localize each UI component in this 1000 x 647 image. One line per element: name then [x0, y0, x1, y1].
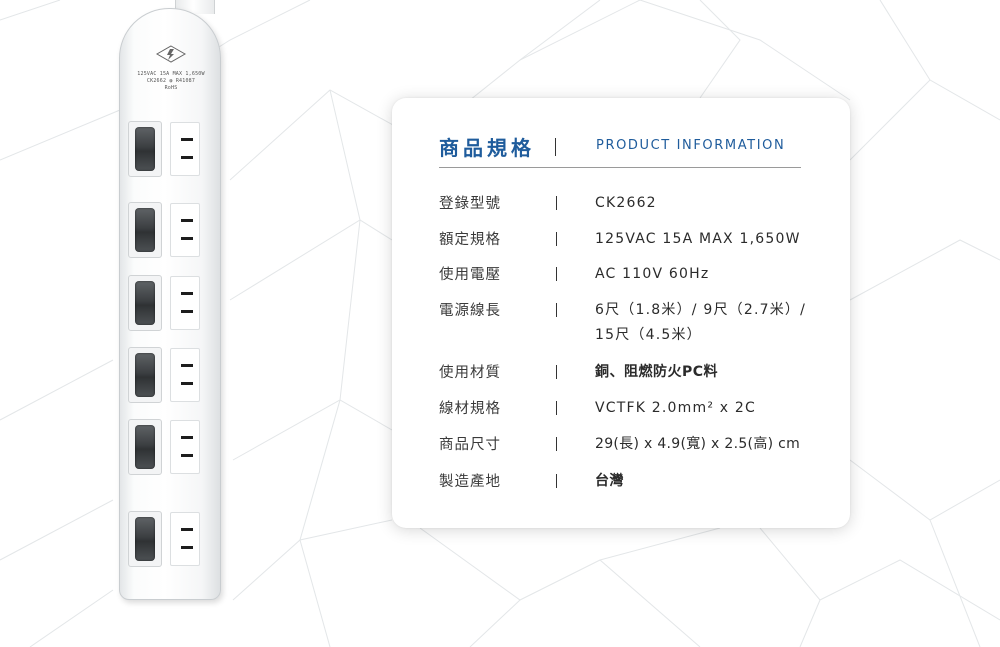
outlet-slot [181, 364, 193, 367]
outlet-socket [170, 276, 200, 330]
rocker-switch [128, 419, 162, 475]
title-divider [555, 138, 556, 156]
spec-value: AC 110V 60Hz [595, 266, 710, 282]
spec-divider [556, 303, 557, 317]
spec-divider [556, 232, 557, 246]
outlet-slot [181, 528, 193, 531]
outlet-slot [181, 454, 193, 457]
spec-label: 使用電壓 [439, 267, 501, 283]
spec-divider [556, 365, 557, 379]
outlet-unit [128, 275, 214, 331]
power-strip-body: 125VAC 15A MAX 1,650W CK2662 ◍ R41087 Ro… [119, 8, 221, 600]
power-strip-image: 125VAC 15A MAX 1,650W CK2662 ◍ R41087 Ro… [113, 0, 233, 602]
spec-label: 製造產地 [439, 474, 501, 490]
rocker-switch-button [135, 517, 155, 561]
outlet-slot [181, 156, 193, 159]
rocker-switch-button [135, 353, 155, 397]
strip-model-code: CK2662 [146, 78, 167, 84]
product-info-card: 商品規格 PRODUCT INFORMATION 登錄型號 CK2662 額定規… [392, 98, 850, 528]
outlet-slot [181, 310, 193, 313]
outlet-slot [181, 237, 193, 240]
spec-divider [556, 401, 557, 415]
brand-logo-icon [156, 45, 186, 63]
outlet-socket [170, 420, 200, 474]
spec-divider [556, 474, 557, 488]
spec-label: 使用材質 [439, 365, 501, 381]
rocker-switch-button [135, 425, 155, 469]
outlet-unit [128, 121, 214, 177]
spec-value: 6尺（1.8米）/ 9尺（2.7米）/ 15尺（4.5米） [595, 302, 807, 343]
strip-rating-print: 125VAC 15A MAX 1,650W [137, 71, 205, 77]
strip-rohs-print: RoHS [164, 85, 178, 91]
strip-model-print: CK2662 ◍ R41087 [128, 78, 214, 85]
rocker-switch [128, 347, 162, 403]
outlet-socket [170, 203, 200, 257]
outlet-slot [181, 138, 193, 141]
outlet-socket [170, 512, 200, 566]
card-title-chinese: 商品規格 [439, 136, 535, 160]
outlet-slot [181, 382, 193, 385]
spec-divider [556, 267, 557, 281]
outlet-socket [170, 348, 200, 402]
spec-label: 登錄型號 [439, 196, 501, 212]
spec-value: VCTFK 2.0mm² x 2C [595, 400, 757, 416]
rocker-switch [128, 275, 162, 331]
card-title-english: PRODUCT INFORMATION [596, 138, 786, 153]
spec-label: 電源線長 [439, 303, 501, 319]
title-underline [439, 167, 801, 168]
spec-label: 線材規格 [439, 401, 501, 417]
spec-value: 125VAC 15A MAX 1,650W [595, 231, 801, 247]
outlet-slot [181, 219, 193, 222]
rocker-switch [128, 121, 162, 177]
spec-value: CK2662 [595, 195, 657, 211]
outlet-socket [170, 122, 200, 176]
spec-label: 額定規格 [439, 232, 501, 248]
outlet-unit [128, 347, 214, 403]
outlet-slot [181, 292, 193, 295]
strip-cert-code: R41087 [175, 78, 196, 84]
rocker-switch-button [135, 281, 155, 325]
outlet-slot [181, 436, 193, 439]
certification-mark-icon: ◍ [169, 78, 173, 84]
spec-value: 銅、阻燃防火PC料 [595, 364, 719, 380]
spec-value: 台灣 [595, 473, 624, 489]
rocker-switch-button [135, 127, 155, 171]
outlet-unit [128, 511, 214, 567]
spec-divider [556, 196, 557, 210]
outlet-unit [128, 202, 214, 258]
strip-printed-specs: 125VAC 15A MAX 1,650W CK2662 ◍ R41087 Ro… [128, 71, 214, 92]
outlet-unit [128, 419, 214, 475]
spec-value: 29(長) x 4.9(寬) x 2.5(高) cm [595, 436, 801, 452]
rocker-switch-button [135, 208, 155, 252]
outlet-slot [181, 546, 193, 549]
rocker-switch [128, 202, 162, 258]
spec-label: 商品尺寸 [439, 437, 501, 453]
rocker-switch [128, 511, 162, 567]
spec-divider [556, 437, 557, 451]
